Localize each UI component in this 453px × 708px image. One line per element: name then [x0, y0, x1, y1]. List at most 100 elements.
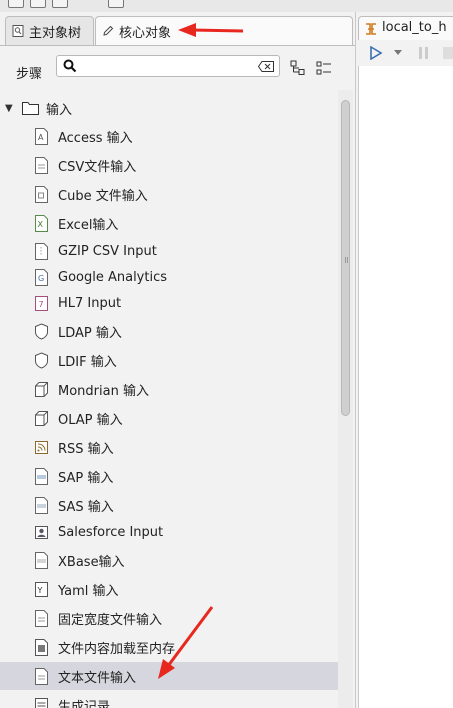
mondrian-cube-icon — [35, 381, 48, 397]
ldif-shield-icon — [35, 351, 48, 369]
google-analytics-icon: G — [35, 268, 48, 286]
toolbar-icon[interactable] — [8, 0, 24, 8]
svg-text:X: X — [38, 220, 44, 229]
transformation-editor: local_to_h — [356, 12, 453, 708]
scrollbar-grip — [347, 257, 348, 263]
tree-item[interactable]: 文件内容加载至内存 — [0, 633, 338, 661]
salesforce-icon — [35, 525, 48, 539]
run-icon[interactable] — [369, 46, 383, 60]
tree-item-label: Google Analytics — [58, 269, 168, 285]
tree-item[interactable]: A Access 输入 — [0, 122, 338, 150]
tree-item[interactable]: CSV文件输入 — [0, 151, 338, 179]
xbase-icon — [35, 551, 48, 569]
tree-item-label: 生成记录 — [58, 699, 111, 708]
tree-item-label: LDAP 输入 — [58, 325, 122, 341]
expanded-arrow-icon[interactable]: ▼ — [5, 103, 13, 114]
tree-item-label: SAP 输入 — [58, 470, 114, 486]
pencil-icon — [103, 25, 114, 36]
editor-canvas[interactable] — [358, 66, 453, 708]
tree-item[interactable]: Y Yaml 输入 — [0, 575, 338, 603]
toolbar-icon[interactable] — [30, 0, 46, 8]
cube-file-icon — [35, 185, 48, 203]
tree-item[interactable]: RSS 输入 — [0, 433, 338, 461]
tree-item[interactable]: XBase输入 — [0, 546, 338, 574]
access-icon: A — [35, 127, 48, 145]
hl7-icon: 7 — [35, 295, 48, 311]
tree-item-label: 固定宽度文件输入 — [58, 612, 163, 628]
tree-item-label: SAS 输入 — [58, 499, 114, 515]
expand-all-icon[interactable] — [289, 59, 307, 77]
sas-icon — [35, 496, 48, 514]
tree-item-label: LDIF 输入 — [58, 354, 117, 370]
tree-item-label: Cube 文件输入 — [58, 188, 148, 204]
steps-label: 步骤 — [16, 67, 43, 82]
tree-item-label: HL7 Input — [58, 295, 122, 311]
tree-item-selected[interactable]: 文本文件输入 — [0, 662, 338, 690]
tree-item[interactable]: 固定宽度文件输入 — [0, 604, 338, 632]
tree-item[interactable]: Salesforce Input — [0, 518, 338, 546]
tree-item[interactable]: SAP 输入 — [0, 462, 338, 490]
gzip-file-icon — [35, 242, 48, 260]
scrollbar-thumb[interactable] — [341, 100, 350, 416]
tree-item[interactable]: 生成记录 — [0, 691, 338, 708]
tree-item-label: Excel输入 — [58, 217, 119, 233]
tab-divider — [0, 45, 355, 46]
tree-folder-input[interactable]: ▼ 输入 — [0, 94, 338, 122]
tree-icon — [12, 25, 24, 37]
ldap-shield-icon — [35, 322, 48, 340]
tree-item-label: GZIP CSV Input — [58, 243, 157, 259]
tab-label: 主对象树 — [29, 25, 82, 41]
load-file-content-icon — [35, 638, 48, 656]
tree-item[interactable]: OLAP 输入 — [0, 404, 338, 432]
svg-text:7: 7 — [39, 300, 44, 309]
editor-toolbar — [358, 40, 453, 67]
tree-item[interactable]: Mondrian 输入 — [0, 375, 338, 403]
tree-item-label: RSS 输入 — [58, 441, 114, 457]
tab-transformation[interactable]: local_to_h — [358, 16, 453, 40]
tree-item[interactable]: 7 HL7 Input — [0, 289, 338, 317]
tab-main-object-tree[interactable]: 主对象树 — [5, 16, 94, 45]
tree-item-label: Access 输入 — [58, 130, 133, 146]
toolbar-icon[interactable] — [52, 0, 68, 8]
tree-item[interactable]: Cube 文件输入 — [0, 180, 338, 208]
olap-cube-icon — [35, 410, 48, 426]
tab-core-objects[interactable]: 核心对象 — [95, 16, 353, 45]
pause-icon[interactable] — [418, 46, 430, 60]
tree-item[interactable]: GZIP CSV Input — [0, 237, 338, 265]
tree-scrollbar[interactable] — [338, 90, 353, 708]
tree-item-label: OLAP 输入 — [58, 412, 123, 428]
tree-item[interactable]: X Excel输入 — [0, 209, 338, 237]
clear-search-icon[interactable] — [258, 61, 274, 72]
search-input[interactable] — [81, 58, 253, 76]
toolbar-icon[interactable] — [108, 0, 124, 8]
tree-item-label: XBase输入 — [58, 554, 125, 570]
tree-item-label: Salesforce Input — [58, 524, 164, 540]
tree-item-label: 文本文件输入 — [58, 670, 137, 686]
tree-item[interactable]: LDAP 输入 — [0, 317, 338, 345]
search-box[interactable] — [56, 55, 280, 77]
tree-item-label: Yaml 输入 — [58, 583, 119, 599]
svg-text:A: A — [38, 133, 44, 142]
rss-icon — [35, 440, 48, 454]
tree-item-label: CSV文件输入 — [58, 159, 137, 175]
collapse-all-icon[interactable] — [315, 59, 333, 77]
svg-text:G: G — [38, 274, 44, 283]
tree-item-label: 文件内容加载至内存 — [58, 641, 176, 657]
stop-icon[interactable] — [442, 46, 453, 60]
folder-icon — [22, 102, 39, 115]
folder-label: 输入 — [46, 102, 73, 118]
svg-text:Y: Y — [37, 586, 43, 595]
tree-item[interactable]: SAS 输入 — [0, 491, 338, 519]
run-dropdown-icon[interactable] — [394, 50, 402, 56]
generate-rows-icon — [35, 697, 48, 708]
tree-item[interactable]: G Google Analytics — [0, 263, 338, 291]
search-icon — [63, 59, 77, 73]
tree-item[interactable]: LDIF 输入 — [0, 346, 338, 374]
tab-label: 核心对象 — [119, 25, 172, 41]
steps-panel: 主对象树 核心对象 步骤 ▼ 输入 A Access 输入 CSV文件输入 Cu… — [0, 12, 356, 708]
steps-tree: ▼ 输入 A Access 输入 CSV文件输入 Cube 文件输入 X Exc… — [0, 94, 338, 708]
yaml-icon: Y — [35, 581, 48, 597]
excel-icon: X — [35, 214, 48, 232]
csv-file-icon — [35, 156, 48, 174]
tab-label: local_to_h — [382, 20, 447, 35]
